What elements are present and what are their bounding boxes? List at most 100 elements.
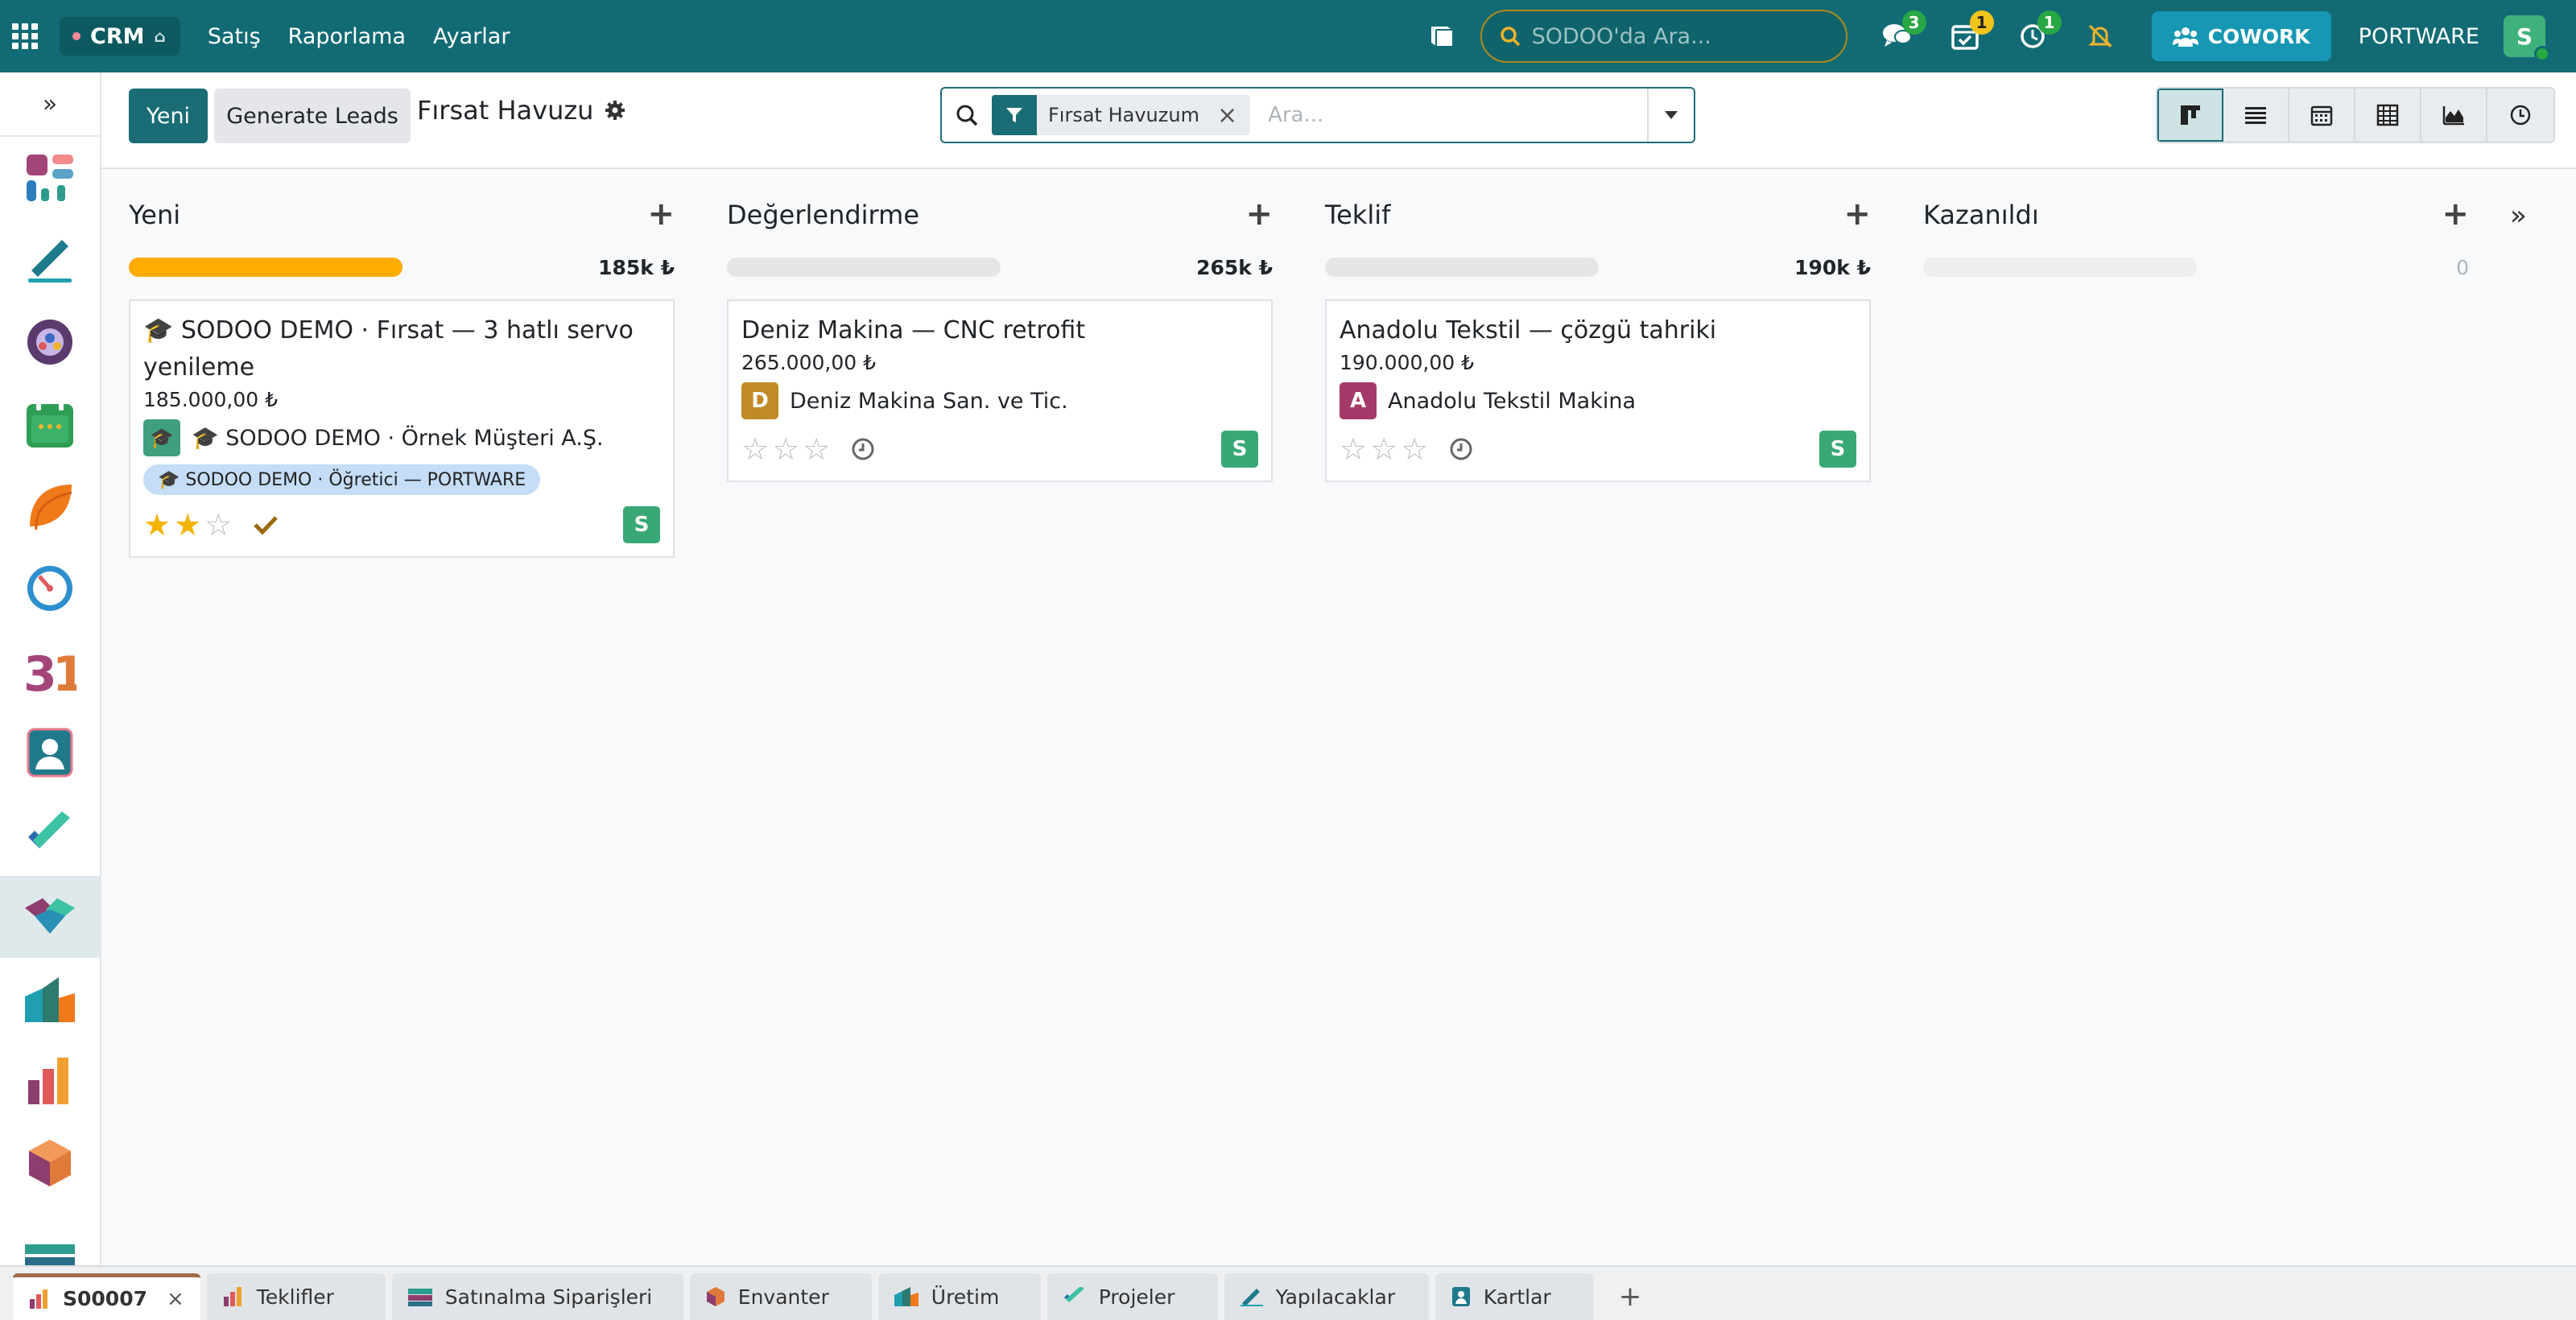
activities-icon[interactable]: 1 [1947,10,1994,54]
sidebar-app-discuss[interactable] [0,301,100,383]
new-button[interactable]: Yeni [129,89,208,143]
sidebar-app-todo[interactable] [0,794,100,876]
graph-view-button[interactable] [2421,89,2487,142]
search-options-toggle[interactable] [1647,89,1694,142]
tab-envanter[interactable]: Envanter [689,1273,872,1320]
star-icon[interactable]: ★ [143,509,171,540]
remove-facet-icon[interactable]: × [1214,101,1250,130]
column-sum: 265k ₺ [1196,255,1273,279]
calendar-view-button[interactable] [2289,89,2355,142]
kanban-card[interactable]: Anadolu Tekstil — çözgü tahriki 190.000,… [1325,299,1871,482]
search-input[interactable]: Ara... [1250,103,1647,127]
star-outline-icon[interactable]: ☆ [772,434,799,464]
activity-view-button[interactable] [2487,89,2553,142]
menu-reporting[interactable]: Raporlama [288,24,406,49]
caret-down-icon [1665,111,1678,119]
star-outline-icon[interactable]: ☆ [1370,434,1397,464]
star-outline-icon[interactable]: ☆ [1340,434,1367,464]
sidebar-app-calendar-events[interactable] [0,383,100,465]
quick-create-icon[interactable]: + [2442,198,2469,230]
list-icon [2245,107,2266,124]
gear-icon[interactable] [605,100,625,121]
messages-icon[interactable]: 3 [1880,10,1926,54]
user-avatar[interactable]: S [2504,15,2550,62]
tab-kartlar[interactable]: Kartlar [1435,1273,1593,1320]
sidebar-app-contacts[interactable] [0,712,100,794]
activity-clock-icon[interactable] [851,437,875,461]
column-progress-bar[interactable] [129,258,402,277]
timer-icon[interactable]: 1 [2015,10,2062,54]
sidebar-app-dashboard-gauge[interactable] [0,547,100,629]
sidebar-app-inventory-analytics[interactable] [0,958,100,1040]
filter-facet[interactable]: Fırsat Havuzum × [992,95,1251,135]
pivot-view-button[interactable] [2355,89,2421,142]
tab-label: Teklifler [256,1285,334,1309]
sidebar-app-other[interactable] [0,1204,100,1265]
star-icon[interactable]: ★ [174,509,201,540]
activity-clock-icon[interactable] [1449,437,1473,461]
top-navbar: CRM ⌂ Satış Raporlama Ayarlar SODOO'da A… [0,0,2576,72]
quick-create-icon[interactable]: + [1843,198,1871,230]
global-search-input[interactable]: SODOO'da Ara... [1480,10,1847,63]
card-amount: 190.000,00 ₺ [1340,351,1474,374]
sidebar-app-dashboards[interactable] [0,137,100,219]
sidebar-app-sales-reports[interactable] [0,1040,100,1122]
inventory-icon [706,1287,724,1306]
documentation-icon[interactable] [1426,20,1458,52]
generate-leads-button[interactable]: Generate Leads [214,89,411,143]
kanban-column-degerlendirme: Değerlendirme + 265k ₺ Deniz Makina — CN… [727,169,1273,482]
company-switcher[interactable]: PORTWARE [2359,24,2479,49]
current-app-button[interactable]: CRM ⌂ [60,17,180,56]
tab-uretim[interactable]: Üretim [877,1273,1041,1320]
sidebar-app-leaves[interactable] [0,465,100,547]
menu-settings[interactable]: Ayarlar [433,24,510,49]
sidebar-app-crm[interactable] [0,876,100,958]
tab-yapilacaklar[interactable]: Yapılacaklar [1224,1273,1429,1320]
expand-sidebar-icon[interactable]: » [0,72,100,137]
fold-columns-icon[interactable]: » [2510,200,2527,232]
kanban-card[interactable]: Deniz Makina — CNC retrofit 265.000,00 ₺… [727,299,1273,482]
tab-satinalma-siparisleri[interactable]: Satınalma Siparişleri [391,1273,683,1320]
star-outline-icon[interactable]: ☆ [741,434,769,464]
breadcrumb: Fırsat Havuzu [417,95,625,126]
sidebar-app-sign[interactable] [0,219,100,301]
sidebar-app-inventory[interactable] [0,1122,100,1204]
salesperson-avatar[interactable]: S [1221,431,1258,468]
control-panel: Yeni Generate Leads Fırsat Havuzu Fırsat… [101,72,2576,169]
kanban-card[interactable]: 🎓 SODOO DEMO · Fırsat — 3 hatlı servo ye… [129,299,675,558]
tab-teklifler[interactable]: Teklifler [206,1273,386,1320]
column-title[interactable]: Yeni [129,200,180,230]
column-title[interactable]: Değerlendirme [727,200,919,230]
menu-sales[interactable]: Satış [208,24,261,49]
priority-stars[interactable]: ★ ★ ☆ [143,509,232,540]
salesperson-avatar[interactable]: S [1819,431,1856,468]
star-outline-icon[interactable]: ☆ [204,509,232,540]
tab-projeler[interactable]: Projeler [1046,1273,1218,1320]
cowork-button[interactable]: COWORK [2151,11,2331,61]
priority-stars[interactable]: ☆ ☆ ☆ [1340,434,1428,464]
quick-create-icon[interactable]: + [647,198,675,230]
column-progress-bar[interactable] [1325,258,1599,277]
column-progress-bar[interactable] [1923,258,2197,277]
priority-stars[interactable]: ☆ ☆ ☆ [741,434,830,464]
quick-create-icon[interactable]: + [1245,198,1273,230]
column-title[interactable]: Teklif [1325,200,1390,230]
tab-label: S00007 [63,1287,147,1310]
activity-done-icon[interactable] [253,514,279,535]
tab-s00007[interactable]: S00007 × [13,1273,200,1320]
apps-menu-icon[interactable] [0,0,50,72]
card-tag: 🎓 SODOO DEMO · Öğretici — PORTWARE [143,464,541,495]
card-title: Anadolu Tekstil — çözgü tahriki [1340,316,1717,344]
notifications-muted-icon[interactable] [2083,19,2118,54]
contacts-icon [1451,1287,1470,1306]
close-tab-icon[interactable]: × [167,1287,184,1311]
star-outline-icon[interactable]: ☆ [1401,434,1428,464]
list-view-button[interactable] [2223,89,2289,142]
salesperson-avatar[interactable]: S [623,506,660,543]
add-tab-icon[interactable]: + [1600,1273,1662,1320]
star-outline-icon[interactable]: ☆ [803,434,830,464]
column-progress-bar[interactable] [727,258,1001,277]
sidebar-app-calendar[interactable]: 31 [0,629,100,712]
kanban-view-button[interactable] [2157,89,2223,142]
column-title[interactable]: Kazanıldı [1923,200,2039,230]
